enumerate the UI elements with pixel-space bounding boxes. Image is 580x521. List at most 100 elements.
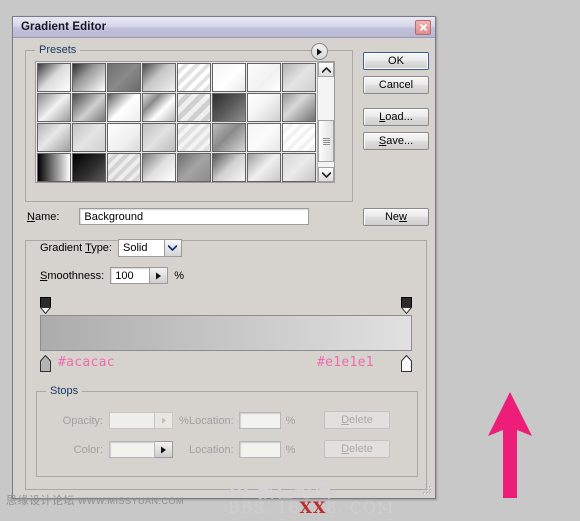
new-button[interactable]: New [363, 208, 429, 226]
scrollbar-thumb[interactable] [318, 120, 334, 163]
opacity-stop-icon [400, 297, 413, 315]
watermark-left-cn: 思缘设计论坛 [6, 495, 75, 507]
preset-swatch[interactable] [107, 63, 142, 92]
scrollbar-grip-icon [322, 137, 330, 146]
stops-group-label: Stops [46, 385, 83, 397]
presets-panel[interactable] [35, 61, 335, 183]
preset-swatch[interactable] [247, 63, 282, 92]
preset-swatch[interactable] [212, 93, 247, 122]
color-stop-left[interactable] [40, 354, 51, 372]
opacity-input[interactable] [109, 412, 155, 429]
gradient-type-dropdown-arrow[interactable] [163, 240, 181, 256]
opacity-stop-left[interactable] [39, 297, 52, 315]
preset-swatch[interactable] [142, 93, 177, 122]
cancel-button[interactable]: Cancel [363, 76, 429, 94]
preset-swatch[interactable] [72, 93, 106, 122]
preset-swatch[interactable] [107, 123, 142, 152]
color-stop-icon [40, 354, 51, 372]
gradient-type-row: Gradient Type: Solid [40, 239, 182, 257]
preset-swatch[interactable] [247, 153, 282, 182]
play-triangle-icon [161, 417, 166, 424]
scroll-up-button[interactable] [318, 62, 334, 77]
save-button[interactable]: Save... [363, 132, 429, 150]
location-label-2: Location: [189, 443, 234, 456]
resize-grip[interactable] [419, 484, 432, 497]
opacity-row: Opacity: % [51, 412, 189, 429]
preset-swatch[interactable] [212, 123, 247, 152]
preset-swatch[interactable] [247, 123, 282, 152]
dialog-titlebar[interactable]: Gradient Editor [13, 17, 435, 38]
preset-swatch[interactable] [37, 93, 71, 122]
smoothness-spin-button[interactable] [150, 267, 169, 284]
delete-button-1[interactable]: Delete [324, 411, 390, 429]
preset-swatch[interactable] [72, 153, 106, 182]
gradient-bar-area: #acacac #e1e1e1 [39, 297, 413, 385]
location-input-1[interactable] [238, 412, 281, 429]
preset-swatch-grid[interactable] [36, 62, 318, 182]
watermark-left: 思缘设计论坛 WWW.MISSYUAN.COM [6, 492, 184, 508]
preset-swatch[interactable] [72, 123, 106, 152]
watermark-url-part-a: BBS. 16 [228, 498, 300, 517]
preset-swatch[interactable] [142, 153, 177, 182]
close-button[interactable] [415, 20, 431, 35]
gradient-preview-bar[interactable] [40, 315, 412, 351]
preset-swatch[interactable] [177, 153, 212, 182]
preset-swatch[interactable] [282, 123, 317, 152]
color-stop-icon [401, 354, 412, 372]
load-button-label: LLoad...oad... [379, 111, 413, 123]
presets-scrollbar[interactable] [317, 62, 334, 182]
name-label: Name: [27, 210, 60, 223]
color-stop-right[interactable] [401, 354, 412, 372]
location-unit-2: % [285, 443, 296, 456]
load-button[interactable]: LLoad...oad... [363, 108, 429, 126]
opacity-stop-right[interactable] [400, 297, 413, 315]
preset-swatch[interactable] [212, 153, 247, 182]
presets-menu-button[interactable] [311, 43, 328, 60]
preset-swatch[interactable] [37, 63, 71, 92]
preset-swatch[interactable] [177, 93, 212, 122]
preset-swatch[interactable] [177, 63, 212, 92]
color-row: Color: [51, 441, 173, 458]
gradient-editor-dialog: Gradient Editor Presets OK Cancel Load..… [12, 16, 436, 499]
smoothness-unit: % [174, 269, 184, 282]
preset-swatch[interactable] [177, 123, 212, 152]
preset-swatch[interactable] [37, 123, 71, 152]
smoothness-input[interactable]: 100 [110, 267, 151, 284]
smoothness-value: 100 [115, 269, 134, 282]
watermark-center-url: BBS. 16XX8. COM [228, 498, 394, 517]
ok-button[interactable]: OK [363, 52, 429, 70]
opacity-stop-icon [39, 297, 52, 315]
preset-swatch[interactable] [142, 123, 177, 152]
scrollbar-track[interactable] [318, 77, 334, 167]
name-input[interactable]: Background [79, 208, 310, 225]
preset-swatch[interactable] [282, 93, 317, 122]
presets-group-label: Presets [35, 44, 81, 56]
preset-swatch[interactable] [142, 63, 177, 92]
presets-group: Presets [25, 43, 353, 202]
color-dropdown-button[interactable] [155, 441, 173, 458]
preset-swatch[interactable] [212, 63, 247, 92]
preset-swatch[interactable] [282, 63, 317, 92]
preset-swatch[interactable] [247, 93, 282, 122]
opacity-unit: % [179, 414, 189, 427]
chevron-down-icon [168, 245, 178, 251]
chevron-down-icon [321, 171, 331, 178]
preset-swatch[interactable] [107, 93, 142, 122]
location-input-2[interactable] [238, 441, 281, 458]
preset-swatch[interactable] [37, 153, 71, 182]
scroll-down-button[interactable] [318, 167, 334, 182]
delete-label-1: Delete [341, 414, 373, 426]
preset-swatch[interactable] [282, 153, 317, 182]
opacity-spin-button[interactable] [155, 412, 173, 429]
gradient-type-select[interactable]: Solid [117, 239, 182, 257]
close-x-icon [419, 24, 427, 31]
preset-swatch[interactable] [107, 153, 142, 182]
delete-button-2[interactable]: Delete [324, 440, 390, 458]
delete-label-2: Delete [341, 443, 373, 455]
arrow-up-icon [488, 392, 532, 498]
preset-swatch[interactable] [72, 63, 106, 92]
chevron-up-icon [321, 66, 331, 73]
annotation-arrow [474, 388, 546, 498]
gradient-type-label: Gradient Type: [40, 242, 112, 254]
color-swatch-input[interactable] [109, 441, 155, 458]
